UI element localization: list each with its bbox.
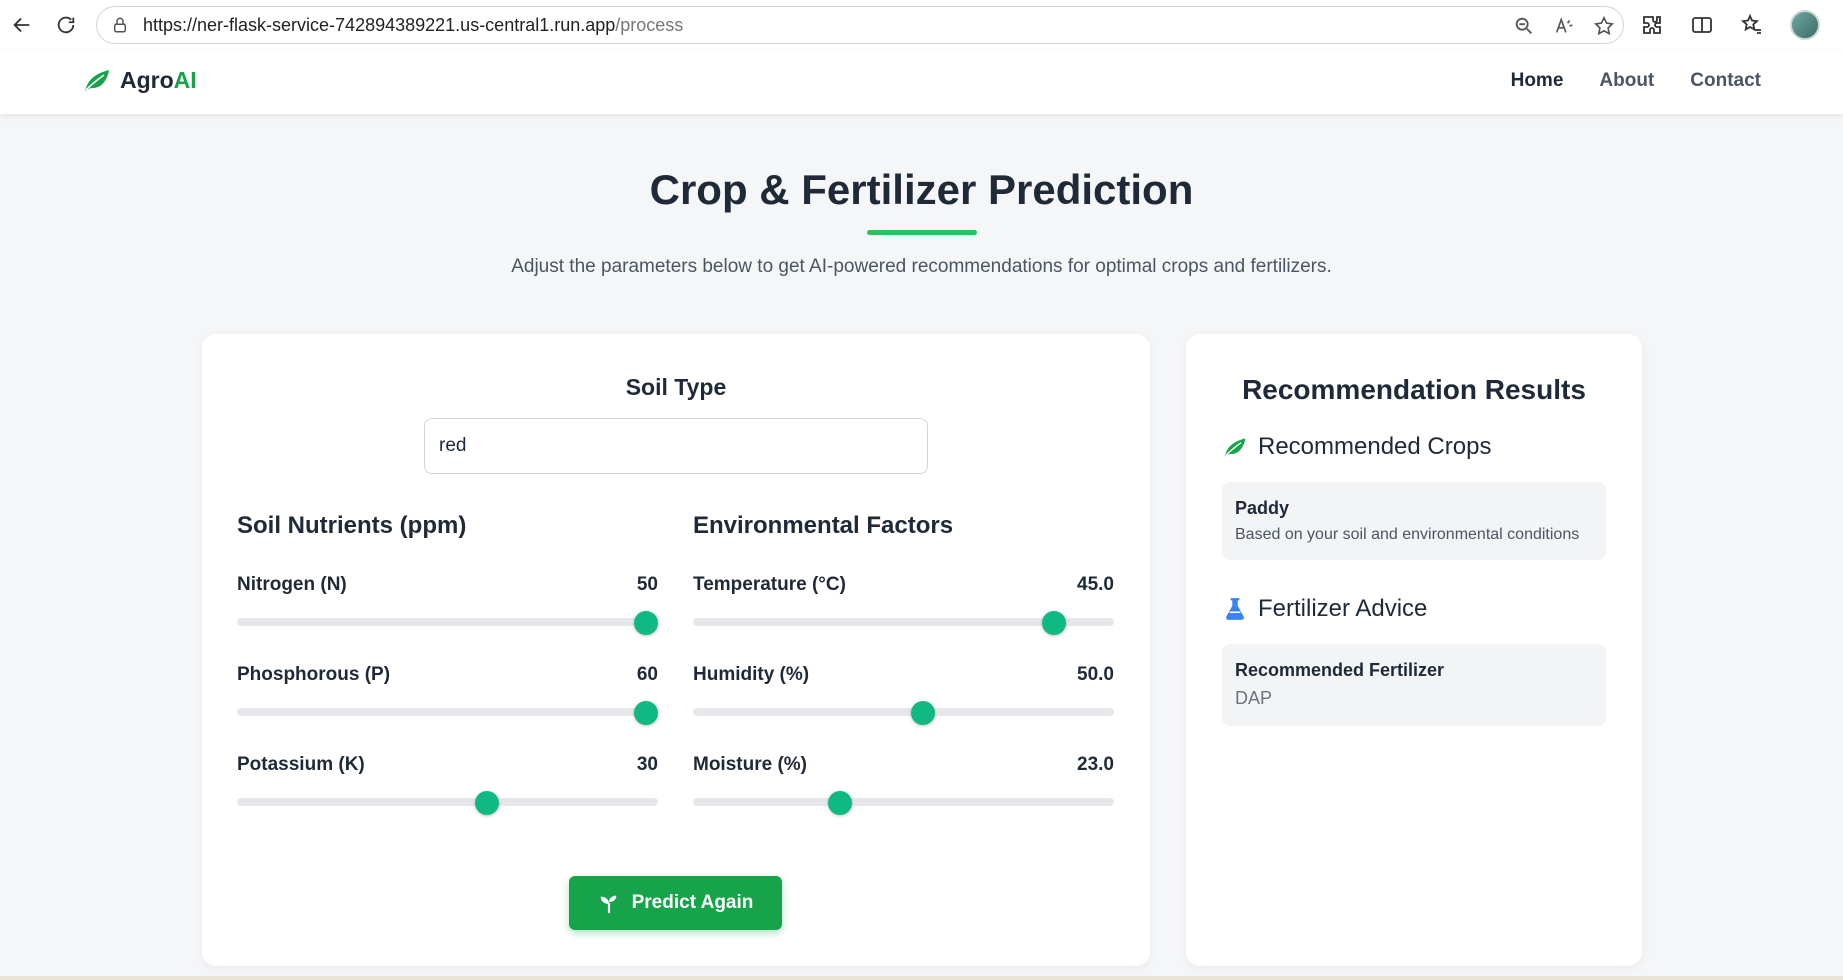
app-navbar: AgroAI Home About Contact xyxy=(0,50,1843,114)
potassium-slider-track[interactable] xyxy=(237,798,658,806)
humidity-slider-row: Humidity (%) 50.0 xyxy=(693,664,1114,734)
refresh-icon xyxy=(57,16,75,34)
fertilizer-label: Recommended Fertilizer xyxy=(1235,660,1445,680)
predict-again-button[interactable]: Predict Again xyxy=(569,876,782,930)
temperature-slider-thumb[interactable] xyxy=(1042,611,1067,635)
environmental-factors-title: Environmental Factors xyxy=(693,512,954,539)
moisture-slider-track[interactable] xyxy=(693,798,1114,806)
potassium-slider-row: Potassium (K) 30 xyxy=(237,754,658,824)
nitrogen-slider-thumb[interactable] xyxy=(634,611,658,635)
split-screen-icon[interactable] xyxy=(1690,13,1714,37)
results-title: Recommendation Results xyxy=(1242,374,1586,405)
refresh-button[interactable] xyxy=(44,3,88,47)
humidity-value: 50.0 xyxy=(1077,664,1114,685)
humidity-slider-thumb[interactable] xyxy=(911,701,936,725)
back-button[interactable] xyxy=(0,3,44,47)
read-aloud-icon[interactable] xyxy=(1553,15,1575,37)
brand-logo[interactable]: AgroAI xyxy=(82,66,197,94)
nitrogen-value: 50 xyxy=(636,574,658,595)
fertilizer-result-box: Recommended Fertilizer DAP xyxy=(1222,644,1606,726)
phosphorous-slider-track[interactable] xyxy=(237,708,658,716)
phosphorous-label: Phosphorous (P) xyxy=(237,664,391,685)
seedling-icon xyxy=(600,895,616,914)
nitrogen-label: Nitrogen (N) xyxy=(237,574,347,595)
humidity-label: Humidity (%) xyxy=(693,664,810,685)
url-text: https://ner-flask-service-742894389221.u… xyxy=(143,14,684,35)
nav-contact-link[interactable]: Contact xyxy=(1690,70,1761,92)
humidity-slider-track[interactable] xyxy=(693,708,1114,716)
star-icon[interactable] xyxy=(1593,15,1615,37)
address-bar[interactable]: https://ner-flask-service-742894389221.u… xyxy=(96,6,1624,44)
crop-note: Based on your soil and environmental con… xyxy=(1235,526,1580,543)
fertilizer-advice-title: Fertilizer Advice xyxy=(1258,595,1428,622)
moisture-value: 23.0 xyxy=(1077,754,1114,775)
potassium-slider-thumb[interactable] xyxy=(475,791,500,815)
phosphorous-slider-thumb[interactable] xyxy=(634,701,658,725)
recommended-crops-title: Recommended Crops xyxy=(1258,433,1492,460)
soil-type-input[interactable] xyxy=(424,418,928,474)
zoom-out-icon[interactable] xyxy=(1513,15,1535,37)
moisture-slider-thumb[interactable] xyxy=(827,791,852,815)
leaf-icon xyxy=(1224,438,1246,457)
prediction-form-card: Soil Type Soil Nutrients (ppm) Environme… xyxy=(202,334,1150,966)
leaf-icon xyxy=(85,70,109,91)
potassium-label: Potassium (K) xyxy=(237,754,365,775)
temperature-slider-row: Temperature (°C) 45.0 xyxy=(693,574,1114,644)
predict-again-label: Predict Again xyxy=(631,892,754,913)
nav-about-link[interactable]: About xyxy=(1599,70,1654,92)
arrow-left-icon xyxy=(13,17,30,33)
recommended-crops-heading: Recommended Crops xyxy=(1222,433,1491,461)
potassium-value: 30 xyxy=(636,754,658,775)
phosphorous-value: 60 xyxy=(636,664,658,685)
extensions-icon[interactable] xyxy=(1640,13,1664,37)
flask-icon xyxy=(1226,598,1244,620)
soil-nutrients-title: Soil Nutrients (ppm) xyxy=(237,512,467,539)
profile-avatar[interactable] xyxy=(1790,10,1820,40)
results-card: Recommendation Results Recommended Crops… xyxy=(1186,334,1642,966)
phosphorous-slider-row: Phosphorous (P) 60 xyxy=(237,664,658,734)
browser-toolbar: https://ner-flask-service-742894389221.u… xyxy=(0,0,1843,50)
brand-name: AgroAI xyxy=(120,66,197,93)
temperature-value: 45.0 xyxy=(1077,574,1114,595)
lock-icon xyxy=(114,17,126,33)
favorites-icon[interactable] xyxy=(1740,13,1764,37)
soil-type-label: Soil Type xyxy=(625,374,727,400)
nav-home-link[interactable]: Home xyxy=(1511,70,1564,92)
fertilizer-value: DAP xyxy=(1235,688,1273,708)
moisture-label: Moisture (%) xyxy=(693,754,807,775)
page-title: Crop & Fertilizer Prediction xyxy=(649,166,1194,213)
page-bottom-edge xyxy=(0,976,1843,980)
nitrogen-slider-track[interactable] xyxy=(237,618,658,626)
crop-result-box: Paddy Based on your soil and environment… xyxy=(1222,482,1606,560)
page-subtitle: Adjust the parameters below to get AI-po… xyxy=(511,256,1332,277)
temperature-label: Temperature (°C) xyxy=(693,574,846,595)
nitrogen-slider-row: Nitrogen (N) 50 xyxy=(237,574,658,644)
crop-name: Paddy xyxy=(1235,498,1290,518)
moisture-slider-row: Moisture (%) 23.0 xyxy=(693,754,1114,824)
fertilizer-advice-heading: Fertilizer Advice xyxy=(1222,595,1427,623)
title-underline xyxy=(867,230,977,235)
